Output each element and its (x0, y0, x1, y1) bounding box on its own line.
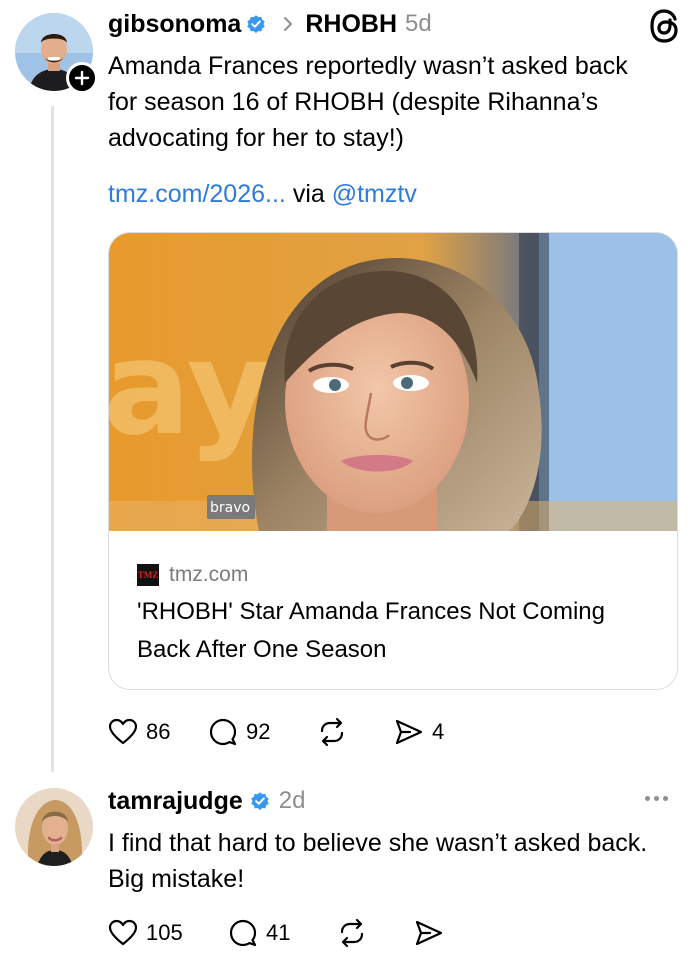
verified-badge-icon (247, 15, 266, 33)
via-label: via (292, 180, 325, 208)
send-icon (415, 920, 443, 946)
send-icon (395, 719, 423, 745)
reply-reply-button[interactable]: 41 (228, 918, 336, 948)
via-handle-link[interactable]: @tmztv (332, 180, 417, 208)
reply-author-avatar[interactable] (15, 788, 93, 866)
chevron-right-icon (284, 17, 293, 31)
reply-share-button[interactable] (414, 919, 444, 947)
post-link-line: tmz.com/2026... via @tmztv (108, 180, 417, 209)
heart-icon (108, 718, 138, 745)
thread-connector-line (51, 106, 54, 772)
repost-icon (340, 918, 364, 948)
card-source-row: TMZ tmz.com (137, 563, 248, 587)
post-header: gibsonoma RHOBH 5d (108, 9, 432, 39)
reply-reply-count: 41 (266, 920, 291, 945)
reply-author-username[interactable]: tamrajudge (108, 787, 243, 816)
post-timestamp: 5d (405, 10, 432, 37)
article-link[interactable]: tmz.com/2026... (108, 180, 286, 208)
reply-like-count: 105 (146, 920, 183, 945)
author-username[interactable]: gibsonoma (108, 10, 241, 39)
repost-icon (320, 717, 344, 747)
bravo-badge-text: bravo (210, 500, 250, 516)
reply-body: I find that hard to believe she wasn’t a… (108, 829, 648, 893)
comment-icon (209, 718, 237, 746)
comment-icon (229, 919, 257, 947)
reply-button[interactable]: 92 (208, 717, 316, 747)
tmz-logo: TMZ (137, 564, 159, 586)
like-count: 86 (146, 719, 171, 744)
card-headline: 'RHOBH' Star Amanda Frances Not Coming B… (137, 598, 605, 663)
verified-badge-icon (251, 792, 269, 810)
reply-header: tamrajudge 2d (108, 786, 305, 816)
post-body: Amanda Frances reportedly wasn’t asked b… (108, 52, 628, 152)
reply-action-bar: 105 41 (108, 918, 444, 948)
reply-repost-button[interactable] (336, 918, 414, 948)
repost-button[interactable] (316, 717, 394, 747)
link-preview-card[interactable]: ay bravo TMZ tmz.com 'RHOBH' Star Amanda… (108, 232, 678, 690)
plus-icon (74, 70, 90, 86)
follow-button[interactable] (66, 62, 98, 94)
threads-logo-icon[interactable] (648, 8, 682, 44)
like-button[interactable]: 86 (108, 718, 208, 746)
reply-count: 92 (246, 719, 271, 744)
share-count: 4 (432, 719, 445, 744)
reply-like-button[interactable]: 105 (108, 919, 228, 947)
post-action-bar: 86 92 4 (108, 717, 444, 747)
svg-text:ay: ay (109, 312, 271, 464)
share-button[interactable]: 4 (394, 718, 444, 746)
more-dots-icon[interactable] (645, 796, 668, 801)
article-thumbnail: ay bravo (109, 233, 677, 531)
reply-timestamp: 2d (278, 787, 306, 814)
card-domain: tmz.com (169, 563, 249, 586)
community-tag[interactable]: RHOBH (305, 10, 397, 39)
heart-icon (108, 919, 138, 946)
